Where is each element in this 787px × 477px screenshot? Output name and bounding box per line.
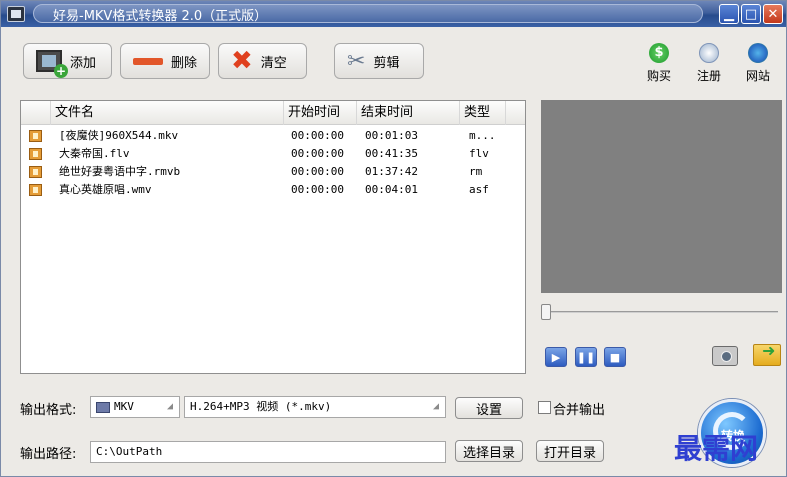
file-type: rm (469, 165, 483, 178)
title-bar[interactable]: 好易-MKV格式转换器 2.0（正式版） ▁ □ ✕ (1, 1, 786, 27)
video-file-icon (29, 166, 42, 178)
file-name: 大秦帝国.flv (59, 147, 130, 160)
close-button[interactable]: ✕ (763, 4, 783, 24)
chevron-down-icon: ◢ (166, 401, 173, 412)
file-start-time: 00:00:00 (291, 147, 344, 160)
seek-track (541, 311, 778, 313)
clear-button[interactable]: ✖ 清空 (218, 43, 307, 79)
scissors-icon: ✂ (347, 48, 366, 74)
buy-button[interactable]: $ 购买 (639, 43, 679, 84)
camera-icon[interactable] (712, 346, 738, 366)
output-format-label: 输出格式: (20, 403, 77, 418)
clear-label: 清空 (260, 55, 287, 71)
video-file-icon (29, 148, 42, 160)
x-icon: ✖ (231, 46, 253, 76)
file-end-time: 00:04:01 (365, 183, 418, 196)
file-end-time: 00:01:03 (365, 129, 418, 142)
merge-output-label[interactable]: 合并输出 (553, 399, 605, 418)
video-file-icon (29, 130, 42, 142)
file-name: 绝世好妻粤语中字.rmvb (59, 165, 181, 178)
table-row[interactable]: 绝世好妻粤语中字.rmvb 00:00:00 01:37:42 rm (21, 163, 525, 181)
add-label: 添加 (70, 55, 97, 71)
column-header-start-time[interactable]: 开始时间 (284, 101, 357, 125)
file-type: flv (469, 147, 489, 160)
seek-slider[interactable] (541, 304, 778, 320)
register-icon (699, 43, 719, 63)
dollar-icon: $ (649, 43, 669, 63)
file-start-time: 00:00:00 (291, 165, 344, 178)
minus-icon (133, 57, 163, 65)
chevron-down-icon: ◢ (432, 401, 439, 412)
register-label: 注册 (696, 69, 721, 83)
choose-directory-button[interactable]: 选择目录 (455, 440, 523, 462)
file-type: m... (469, 129, 496, 142)
preset-select[interactable]: H.264+MP3 视频 (*.mkv) ◢ (184, 396, 446, 418)
column-header-end-time[interactable]: 结束时间 (357, 101, 460, 125)
buy-label: 购买 (646, 69, 671, 83)
watermark-text: 最需网 (674, 432, 759, 465)
app-icon (7, 6, 25, 22)
output-path-field[interactable]: C:\OutPath (90, 441, 446, 463)
add-button[interactable]: 添加 (23, 43, 112, 79)
open-folder-icon[interactable] (753, 341, 781, 366)
column-header-filename[interactable]: 文件名 (51, 101, 284, 125)
app-window: 好易-MKV格式转换器 2.0（正式版） ▁ □ ✕ 添加 删除 ✖ 清空 ✂ … (0, 0, 787, 477)
video-file-icon (29, 184, 42, 196)
file-list[interactable]: 文件名 开始时间 结束时间 类型 [夜魔侠]960X544.mkv 00:00:… (20, 100, 526, 374)
file-type: asf (469, 183, 489, 196)
delete-button[interactable]: 删除 (120, 43, 210, 79)
website-label: 网站 (745, 69, 770, 83)
file-end-time: 00:41:35 (365, 147, 418, 160)
output-path-label: 输出路径: (20, 447, 77, 462)
play-button[interactable]: ▶ (545, 347, 567, 367)
column-header-type[interactable]: 类型 (460, 101, 506, 125)
minimize-button[interactable]: ▁ (719, 4, 739, 24)
table-row[interactable]: [夜魔侠]960X544.mkv 00:00:00 00:01:03 m... (21, 127, 525, 145)
table-row[interactable]: 大秦帝国.flv 00:00:00 00:41:35 flv (21, 145, 525, 163)
window-title: 好易-MKV格式转换器 2.0（正式版） (53, 9, 268, 24)
file-start-time: 00:00:00 (291, 183, 344, 196)
file-start-time: 00:00:00 (291, 129, 344, 142)
format-value: MKV (114, 400, 134, 413)
stop-button[interactable]: ■ (604, 347, 626, 367)
file-end-time: 01:37:42 (365, 165, 418, 178)
table-row[interactable]: 真心英雄原唱.wmv 00:00:00 00:04:01 asf (21, 181, 525, 199)
maximize-button[interactable]: □ (741, 4, 761, 24)
seek-thumb[interactable] (541, 304, 551, 320)
video-preview (541, 100, 782, 293)
mkv-icon (96, 401, 110, 413)
website-button[interactable]: 网站 (738, 43, 778, 84)
file-list-header: 文件名 开始时间 结束时间 类型 (21, 101, 525, 125)
globe-icon (748, 43, 768, 63)
format-select[interactable]: MKV ◢ (90, 396, 180, 418)
register-button[interactable]: 注册 (689, 43, 729, 84)
cut-button[interactable]: ✂ 剪辑 (334, 43, 424, 79)
file-name: 真心英雄原唱.wmv (59, 183, 152, 196)
open-directory-button[interactable]: 打开目录 (536, 440, 604, 462)
column-header-icon[interactable] (21, 101, 51, 125)
pause-button[interactable]: ❚❚ (575, 347, 597, 367)
merge-output-checkbox[interactable] (538, 401, 551, 414)
preset-value: H.264+MP3 视频 (*.mkv) (190, 400, 332, 413)
delete-label: 删除 (171, 55, 198, 71)
add-film-icon (36, 50, 68, 78)
cut-label: 剪辑 (373, 55, 400, 71)
settings-button[interactable]: 设置 (455, 397, 523, 419)
file-name: [夜魔侠]960X544.mkv (59, 129, 179, 142)
